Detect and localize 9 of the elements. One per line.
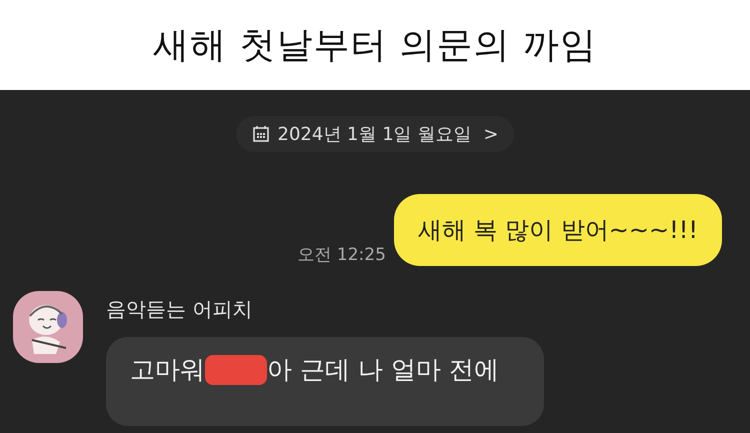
post-title: 새해 첫날부터 의문의 까임 bbox=[152, 24, 598, 68]
message-text: 아 근데 나 얼마 전에 bbox=[267, 354, 499, 386]
calendar-icon bbox=[252, 125, 270, 143]
redaction-mark bbox=[205, 354, 267, 384]
date-button[interactable]: 2024년 1월 1일 월요일 > bbox=[236, 116, 514, 152]
sent-message-bubble: 새해 복 많이 받어~~~!!! bbox=[394, 194, 722, 266]
message-time: 오전 12:25 bbox=[298, 244, 386, 266]
message-text: 고마워 bbox=[130, 354, 205, 386]
sender-name: 음악듣는 어피치 bbox=[106, 296, 254, 323]
